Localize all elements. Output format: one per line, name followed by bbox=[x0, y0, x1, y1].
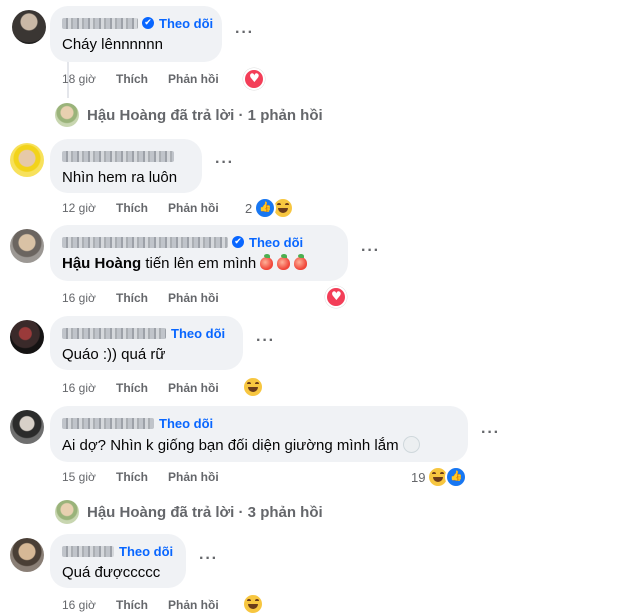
comment-time[interactable]: 12 giờ bbox=[62, 201, 116, 215]
replier-avatar bbox=[55, 103, 79, 127]
comment-body: Ai dợ? Nhìn k giống bạn đối diện giường … bbox=[62, 437, 399, 454]
peach-emoji-icon bbox=[277, 254, 291, 270]
comment-actions: 16 giờ Thích Phản hồi bbox=[62, 291, 219, 305]
comment-author[interactable]: ✔ Theo dõi bbox=[62, 15, 213, 31]
reply-button[interactable]: Phản hồi bbox=[168, 598, 219, 612]
like-button[interactable]: Thích bbox=[116, 291, 168, 305]
like-button[interactable]: Thích bbox=[116, 598, 168, 612]
like-button[interactable]: Thích bbox=[116, 470, 168, 484]
comment-text: Quá đượccccc bbox=[62, 564, 161, 581]
reply-button[interactable]: Phản hồi bbox=[168, 72, 219, 86]
view-replies-link[interactable]: Hậu Hoàng đã trả lời · 1 phản hồi bbox=[55, 103, 323, 127]
view-replies-link[interactable]: Hậu Hoàng đã trả lời · 3 phản hồi bbox=[55, 500, 323, 524]
comment-author[interactable] bbox=[62, 148, 174, 164]
comment-author[interactable]: Theo dõi bbox=[62, 543, 173, 559]
more-options-icon[interactable]: ··· bbox=[361, 242, 380, 260]
follow-button[interactable]: Theo dõi bbox=[159, 16, 213, 31]
comment-time[interactable]: 16 giờ bbox=[62, 598, 116, 612]
comment-bubble: Theo dõi Quáo :)) quá rữ bbox=[50, 316, 243, 370]
comment-author[interactable]: ✔ Theo dõi bbox=[62, 234, 303, 250]
reaction-count: 19 bbox=[411, 469, 426, 485]
more-options-icon[interactable]: ··· bbox=[256, 332, 275, 350]
reaction-summary[interactable] bbox=[325, 286, 347, 308]
author-name-blurred[interactable] bbox=[62, 327, 166, 339]
author-name-blurred[interactable] bbox=[62, 545, 114, 557]
comment-text: Nhìn hem ra luôn bbox=[62, 169, 178, 186]
reaction-summary[interactable]: 2 👍 bbox=[245, 197, 295, 219]
love-reaction-icon bbox=[243, 68, 265, 90]
comment-actions: 16 giờ Thích Phản hồi bbox=[62, 381, 219, 395]
like-button[interactable]: Thích bbox=[116, 201, 168, 215]
verified-icon: ✔ bbox=[142, 17, 154, 29]
love-reaction-icon bbox=[325, 286, 347, 308]
comment-time[interactable]: 15 giờ bbox=[62, 470, 116, 484]
comment-bubble: Nhìn hem ra luôn bbox=[50, 139, 202, 193]
replier-avatar bbox=[55, 500, 79, 524]
follow-button[interactable]: Theo dõi bbox=[119, 544, 173, 559]
avatar[interactable] bbox=[10, 410, 44, 444]
comment-author[interactable]: Theo dõi bbox=[62, 325, 225, 341]
comment-actions: 15 giờ Thích Phản hồi bbox=[62, 470, 219, 484]
comment-text: Quáo :)) quá rữ bbox=[62, 346, 166, 363]
author-name-blurred[interactable] bbox=[62, 17, 138, 29]
avatar[interactable] bbox=[12, 10, 46, 44]
comment-actions: 12 giờ Thích Phản hồi bbox=[62, 201, 219, 215]
more-options-icon[interactable]: ··· bbox=[481, 424, 500, 442]
reaction-summary[interactable] bbox=[242, 376, 264, 398]
reply-button[interactable]: Phản hồi bbox=[168, 381, 219, 395]
comment-text: Cháy lênnnnnn bbox=[62, 36, 163, 53]
comment-time[interactable]: 18 giờ bbox=[62, 72, 116, 86]
peach-emoji-icon bbox=[260, 254, 274, 270]
like-reaction-icon: 👍 bbox=[254, 197, 277, 219]
avatar[interactable] bbox=[10, 143, 44, 177]
more-options-icon[interactable]: ··· bbox=[199, 550, 218, 568]
comment-time[interactable]: 16 giờ bbox=[62, 291, 116, 305]
author-name-blurred[interactable] bbox=[62, 150, 174, 162]
reply-button[interactable]: Phản hồi bbox=[168, 201, 219, 215]
comment-bubble: ✔ Theo dõi Cháy lênnnnnn bbox=[50, 6, 222, 62]
comment-text: Hậu Hoàng tiến lên em mình bbox=[62, 254, 308, 272]
verified-icon: ✔ bbox=[232, 236, 244, 248]
author-name-blurred[interactable] bbox=[62, 417, 154, 429]
comment-bubble: ✔ Theo dõi Hậu Hoàng tiến lên em mình bbox=[50, 225, 348, 281]
comment-time[interactable]: 16 giờ bbox=[62, 381, 116, 395]
avatar[interactable] bbox=[10, 229, 44, 263]
like-reaction-icon: 👍 bbox=[445, 466, 468, 488]
follow-button[interactable]: Theo dõi bbox=[249, 235, 303, 250]
reaction-summary[interactable]: 19 👍 bbox=[411, 466, 468, 488]
replies-summary-text: Hậu Hoàng đã trả lời · 1 phản hồi bbox=[87, 106, 323, 124]
more-options-icon[interactable]: ··· bbox=[235, 24, 254, 42]
comment-author[interactable]: Theo dõi bbox=[62, 415, 213, 431]
reaction-count: 2 bbox=[245, 200, 253, 216]
like-button[interactable]: Thích bbox=[116, 72, 168, 86]
smile-emoji-icon bbox=[402, 436, 420, 453]
follow-button[interactable]: Theo dõi bbox=[159, 416, 213, 431]
avatar[interactable] bbox=[10, 320, 44, 354]
comment-actions: 16 giờ Thích Phản hồi bbox=[62, 598, 219, 612]
comment-text: Ai dợ? Nhìn k giống bạn đối diện giường … bbox=[62, 436, 420, 454]
author-name-blurred[interactable] bbox=[62, 236, 228, 248]
reply-button[interactable]: Phản hồi bbox=[168, 470, 219, 484]
comment-body: tiến lên em mình bbox=[141, 255, 257, 272]
peach-emoji-icon bbox=[294, 254, 308, 270]
mention-link[interactable]: Hậu Hoàng bbox=[62, 255, 141, 272]
reaction-summary[interactable] bbox=[243, 68, 265, 90]
like-button[interactable]: Thích bbox=[116, 381, 168, 395]
follow-button[interactable]: Theo dõi bbox=[171, 326, 225, 341]
comment-actions: 18 giờ Thích Phản hồi bbox=[62, 72, 219, 86]
more-options-icon[interactable]: ··· bbox=[215, 154, 234, 172]
replies-summary-text: Hậu Hoàng đã trả lời · 3 phản hồi bbox=[87, 503, 323, 521]
comment-bubble: Theo dõi Quá đượccccc bbox=[50, 534, 186, 588]
haha-reaction-icon bbox=[242, 376, 264, 398]
reply-button[interactable]: Phản hồi bbox=[168, 291, 219, 305]
avatar[interactable] bbox=[10, 538, 44, 572]
comment-bubble: Theo dõi Ai dợ? Nhìn k giống bạn đối diệ… bbox=[50, 406, 468, 462]
reaction-summary[interactable] bbox=[242, 593, 264, 615]
haha-reaction-icon bbox=[242, 593, 264, 615]
